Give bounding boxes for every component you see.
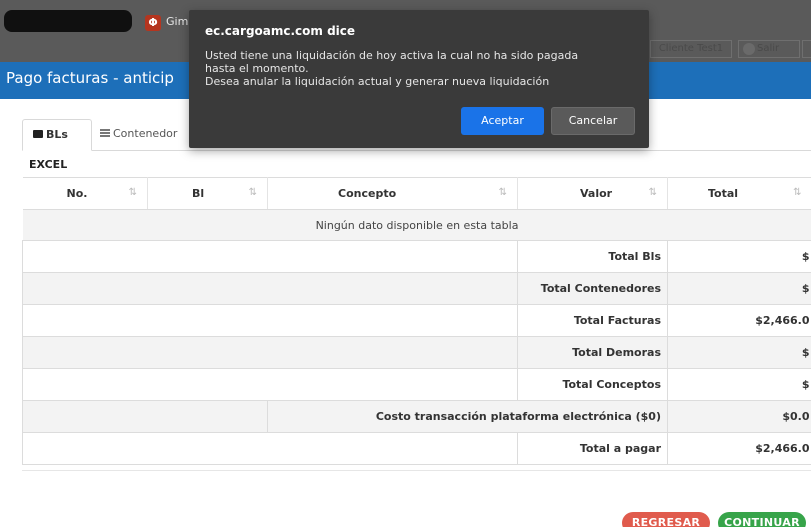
summary-label: Total Demoras — [517, 336, 668, 369]
summary-label: Total Bls — [517, 240, 668, 273]
tab-bls[interactable]: BLs — [22, 119, 92, 151]
dialog-message-line: Usted tiene una liquidación de hoy activ… — [205, 49, 579, 62]
summary-row: Total a pagar $2,466.0 — [22, 432, 811, 465]
summary-label: Total Conceptos — [517, 368, 668, 401]
payment-table: No. ⇅ Bl ⇅ Concepto ⇅ Valor ⇅ Total ⇅ Ningún … — [22, 177, 811, 465]
column-header-total[interactable]: Total ⇅ — [667, 177, 811, 210]
summary-spacer — [22, 400, 268, 433]
summary-row: Total Facturas $2,466.0 — [22, 304, 811, 337]
excel-button[interactable]: EXCEL — [29, 158, 67, 171]
sort-icon: ⇅ — [128, 187, 137, 198]
summary-spacer — [22, 368, 518, 401]
user-icon — [743, 43, 755, 55]
cancel-button[interactable]: Cancelar — [551, 107, 635, 135]
list-icon — [100, 129, 110, 137]
empty-message: Ningún dato disponible en esta tabla — [22, 209, 811, 241]
accept-button[interactable]: Aceptar — [461, 107, 544, 135]
page: Φ Gim Cliente Test1 Salir Pago facturas … — [0, 0, 811, 527]
summary-value: $0.0 — [667, 400, 811, 433]
dialog-message-line: Desea anular la liquidación actual y gen… — [205, 75, 550, 88]
column-header-label: Concepto — [338, 187, 397, 200]
dialog-title: ec.cargoamc.com dice — [205, 24, 356, 38]
summary-spacer — [22, 304, 518, 337]
back-button[interactable]: REGRESAR — [622, 512, 710, 527]
topbar-edge-button[interactable] — [802, 40, 811, 58]
summary-spacer — [22, 240, 518, 273]
summary-value: $ — [667, 272, 811, 305]
empty-row: Ningún dato disponible en esta tabla — [22, 209, 811, 241]
column-header-label: No. — [66, 187, 88, 200]
tab-contenedores[interactable]: Contenedor — [94, 119, 204, 151]
dialog-message: Usted tiene una liquidación de hoy activ… — [205, 49, 625, 88]
summary-row: Total Bls $ — [22, 240, 811, 273]
summary-value: $ — [667, 240, 811, 273]
column-header-label: Bl — [192, 187, 205, 200]
summary-spacer — [22, 336, 518, 369]
summary-label: Total Facturas — [517, 304, 668, 337]
column-header-label: Valor — [580, 187, 613, 200]
column-header-concepto[interactable]: Concepto ⇅ — [267, 177, 518, 210]
continue-button[interactable]: CONTINUAR — [718, 512, 806, 527]
sort-icon: ⇅ — [498, 187, 507, 198]
summary-spacer — [22, 432, 518, 465]
briefcase-icon — [33, 130, 43, 138]
sort-icon: ⇅ — [248, 187, 257, 198]
summary-label: Total a pagar — [517, 432, 668, 465]
sort-icon: ⇅ — [648, 187, 657, 198]
column-header-valor[interactable]: Valor ⇅ — [517, 177, 668, 210]
column-header-no[interactable]: No. ⇅ — [22, 177, 148, 210]
summary-row: Costo transacción plataforma electrónica… — [22, 400, 811, 433]
dialog-message-line: hasta el momento. — [205, 62, 309, 75]
logout-button[interactable]: Salir — [738, 40, 800, 58]
summary-spacer — [22, 272, 518, 305]
redacted-logo — [4, 10, 132, 32]
summary-row: Total Conceptos $ — [22, 368, 811, 401]
client-button[interactable]: Cliente Test1 — [650, 40, 732, 58]
page-title: Pago facturas - anticip — [6, 69, 174, 87]
tab-bls-label: BLs — [46, 128, 68, 141]
summary-row: Total Contenedores $ — [22, 272, 811, 305]
summary-value: $ — [667, 336, 811, 369]
column-header-bl[interactable]: Bl ⇅ — [147, 177, 268, 210]
pdf-icon: Φ — [145, 15, 161, 31]
sort-icon: ⇅ — [793, 187, 802, 198]
summary-value: $2,466.0 — [667, 432, 811, 465]
tab-contenedores-label: Contenedor — [113, 127, 178, 140]
confirm-dialog: ec.cargoamc.com dice Usted tiene una liq… — [189, 10, 649, 148]
logout-label: Salir — [757, 43, 780, 54]
summary-value: $2,466.0 — [667, 304, 811, 337]
app-link[interactable]: Gim — [166, 15, 188, 28]
summary-value: $ — [667, 368, 811, 401]
summary-label: Costo transacción plataforma electrónica… — [267, 400, 668, 433]
column-header-label: Total — [708, 187, 739, 200]
footer-divider — [22, 470, 811, 471]
summary-label: Total Contenedores — [517, 272, 668, 305]
summary-row: Total Demoras $ — [22, 336, 811, 369]
